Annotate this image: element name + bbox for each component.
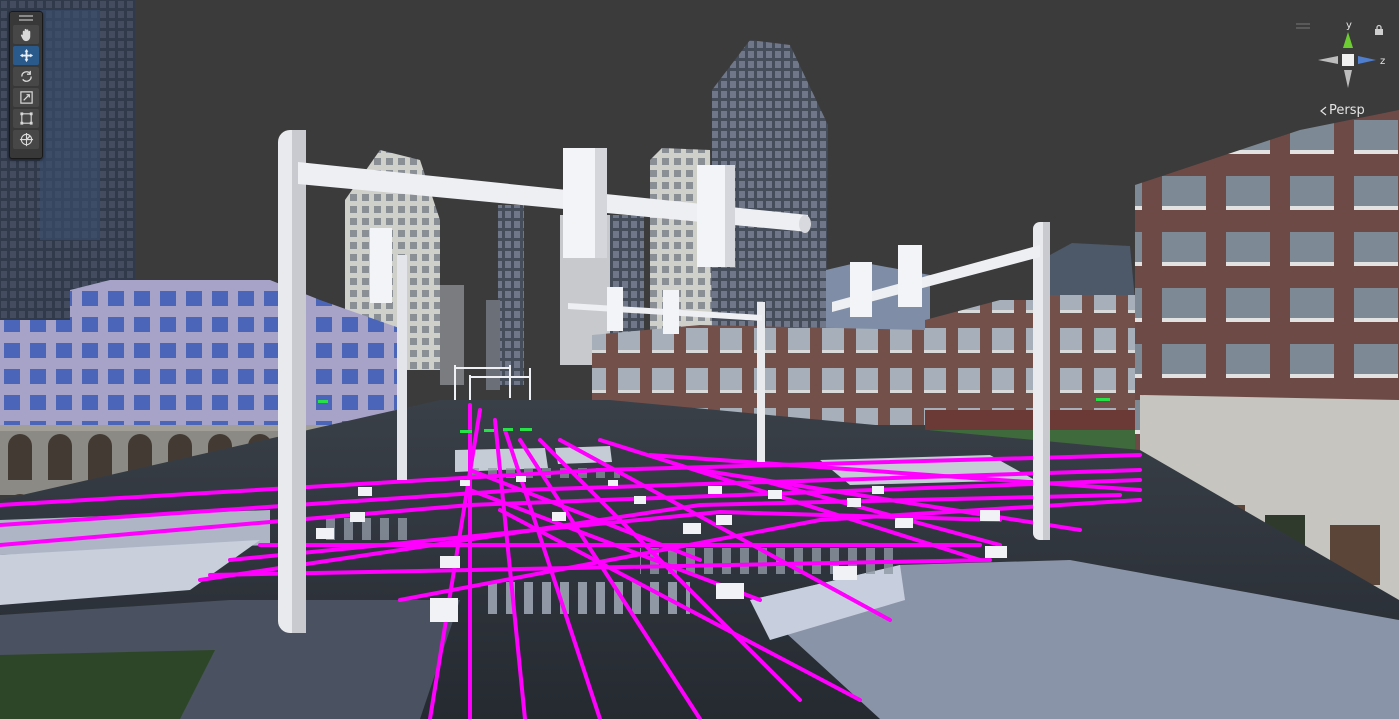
rotate-icon [20, 70, 32, 82]
gizmo-z-label: z [1380, 56, 1385, 67]
gizmo-center-cube[interactable] [1342, 54, 1354, 66]
orientation-gizmo[interactable]: y z [1310, 18, 1390, 98]
gizmo-neg-x-axis[interactable] [1318, 56, 1338, 64]
gizmo-z-axis[interactable] [1358, 56, 1376, 64]
projection-toggle[interactable]: Persp [1319, 103, 1365, 118]
scale-tool-button[interactable] [13, 88, 39, 107]
projection-label: Persp [1329, 103, 1365, 118]
transform-tool-button[interactable] [13, 130, 39, 149]
transform-tool-palette [9, 11, 43, 159]
rect-tool-button[interactable] [13, 109, 39, 128]
chevron-left-icon [1320, 106, 1327, 115]
tab-menu-icon[interactable] [1296, 14, 1310, 29]
move-arrows-icon [19, 48, 33, 63]
scale-icon [19, 91, 33, 104]
gizmo-y-axis[interactable] [1343, 32, 1353, 48]
transform-icon [19, 132, 33, 147]
palette-menu-icon[interactable] [10, 12, 42, 24]
move-tool-button[interactable] [13, 46, 39, 65]
hand-icon [20, 28, 30, 42]
gizmo-neg-y-axis[interactable] [1344, 70, 1352, 88]
rect-transform-icon [19, 112, 33, 125]
gizmo-y-label: y [1346, 20, 1352, 31]
scene-viewport[interactable] [0, 0, 1399, 719]
hand-tool-button[interactable] [13, 25, 39, 44]
rotate-tool-button[interactable] [13, 67, 39, 86]
